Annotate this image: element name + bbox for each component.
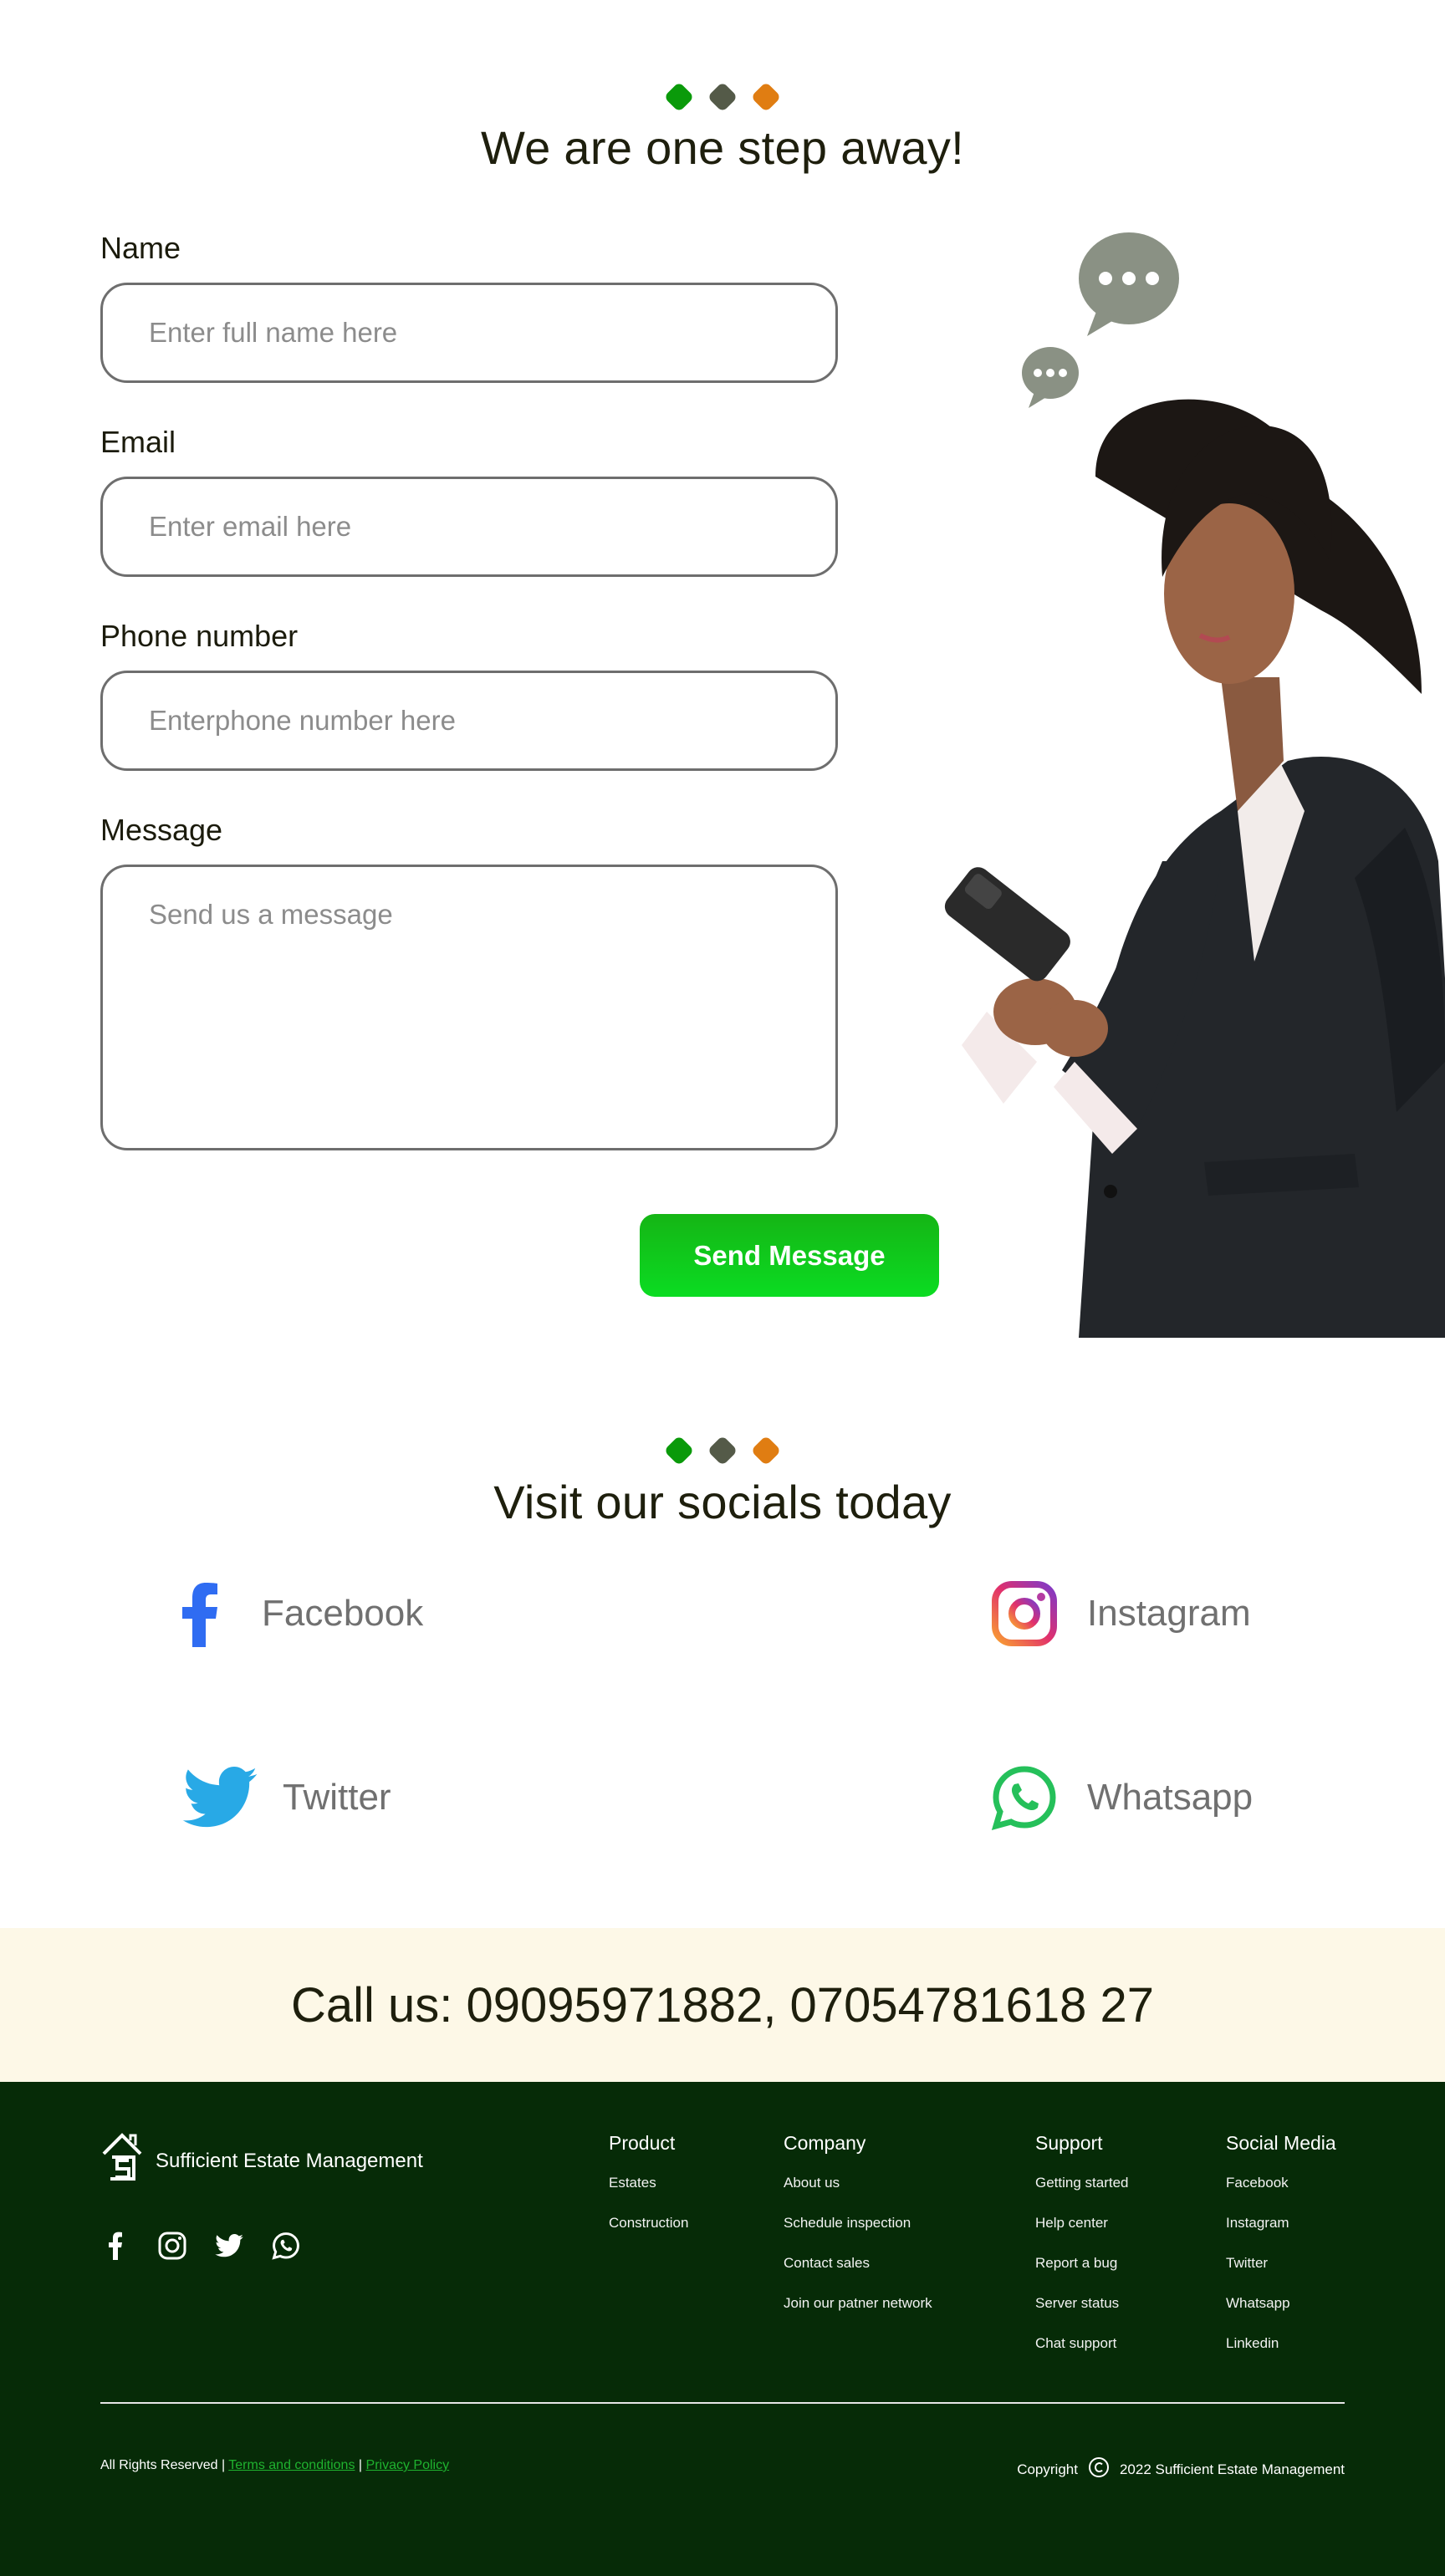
footer-link-construction[interactable]: Construction [609,2211,688,2252]
name-label: Name [100,231,181,265]
green-dot-icon [663,81,695,113]
copyright-notice: Copyright 2022 Sufficient Estate Managem… [1017,2456,1345,2482]
green-dot-icon [663,1435,695,1467]
twitter-link[interactable]: Twitter [182,1760,391,1835]
chat-bubble-icon [1079,232,1179,336]
footer-column-company: Company About us Schedule inspection Con… [784,2132,932,2332]
phone-field[interactable]: Enterphone number here [100,671,838,771]
facebook-icon [161,1576,237,1651]
instagram-label: Instagram [1087,1593,1251,1634]
facebook-label: Facebook [262,1593,424,1634]
column-title: Product [609,2132,676,2154]
call-us-banner: Call us: 09095971882, 07054781618 27 [0,1928,1445,2082]
copyright-text: 2022 Sufficient Estate Management [1119,2461,1345,2477]
orange-dot-icon [750,1435,782,1467]
woman-with-phone-illustration [944,232,1445,1338]
footer-link-help-center[interactable]: Help center [1035,2211,1129,2252]
instagram-icon [987,1576,1062,1651]
whatsapp-label: Whatsapp [1087,1777,1254,1818]
facebook-link[interactable]: Facebook [161,1576,423,1651]
footer-link-schedule-inspection[interactable]: Schedule inspection [784,2211,932,2252]
message-field[interactable]: Send us a message [100,865,838,1150]
socials-title: Visit our socials today [493,1476,952,1528]
small-chat-bubble-icon [1022,347,1079,408]
footer-link-estates[interactable]: Estates [609,2171,688,2211]
rights-separator: | [358,2458,363,2472]
footer-link-contact-sales[interactable]: Contact sales [784,2252,932,2292]
rights-text: All Rights Reserved | [100,2458,226,2472]
copyright-label: Copyright [1017,2461,1078,2477]
phone-label: Phone number [100,619,299,653]
email-label: Email [100,425,176,459]
instagram-icon[interactable] [157,2231,187,2261]
socials-dots [663,1435,782,1467]
column-title: Support [1035,2132,1103,2154]
column-title: Company [784,2132,866,2154]
email-field[interactable]: Enter email here [100,477,838,577]
rights-notice: All Rights Reserved | Terms and conditio… [100,2458,449,2473]
gray-dot-icon [707,1435,738,1467]
message-label: Message [100,813,223,847]
footer-link-partner-network[interactable]: Join our patner network [784,2292,932,2332]
footer-link-twitter[interactable]: Twitter [1226,2252,1336,2292]
footer-link-whatsapp[interactable]: Whatsapp [1226,2292,1336,2332]
twitter-icon [182,1760,258,1835]
whatsapp-link[interactable]: Whatsapp [987,1760,1253,1835]
footer-link-about-us[interactable]: About us [784,2171,932,2211]
footer-link-getting-started[interactable]: Getting started [1035,2171,1129,2211]
footer-column-product: Product Estates Construction [609,2132,688,2252]
orange-dot-icon [750,81,782,113]
instagram-link[interactable]: Instagram [987,1576,1251,1651]
gray-dot-icon [707,81,738,113]
privacy-link[interactable]: Privacy Policy [366,2458,450,2472]
contact-form: Name Enter full name here Email Enter em… [100,226,939,1297]
footer-social-icons [100,2231,301,2261]
footer-link-instagram[interactable]: Instagram [1226,2211,1336,2252]
footer-link-server-status[interactable]: Server status [1035,2292,1129,2332]
footer-column-support: Support Getting started Help center Repo… [1035,2132,1129,2372]
smartphone-icon [944,867,1070,982]
footer-column-social-media: Social Media Facebook Instagram Twitter … [1226,2132,1336,2372]
twitter-label: Twitter [283,1777,391,1818]
terms-link[interactable]: Terms and conditions [228,2458,355,2472]
column-title: Social Media [1226,2132,1336,2154]
call-us-text: Call us: 09095971882, 07054781618 27 [290,1977,1155,2033]
footer: Sufficient Estate Management Product Est… [0,2082,1445,2576]
facebook-icon[interactable] [100,2231,130,2261]
whatsapp-icon [987,1760,1062,1835]
footer-link-facebook[interactable]: Facebook [1226,2171,1336,2211]
footer-link-chat-support[interactable]: Chat support [1035,2332,1129,2372]
house-logo-icon [100,2132,144,2190]
whatsapp-icon[interactable] [271,2231,301,2261]
footer-brand[interactable]: Sufficient Estate Management [100,2132,423,2190]
footer-divider [100,2402,1345,2404]
footer-link-report-bug[interactable]: Report a bug [1035,2252,1129,2292]
twitter-icon[interactable] [214,2231,244,2261]
footer-link-linkedin[interactable]: Linkedin [1226,2332,1336,2372]
contact-title: We are one step away! [480,121,965,174]
brand-name: Sufficient Estate Management [156,2149,423,2172]
section-dots [663,81,782,113]
copyright-icon [1088,2456,1110,2482]
name-field[interactable]: Enter full name here [100,283,838,383]
